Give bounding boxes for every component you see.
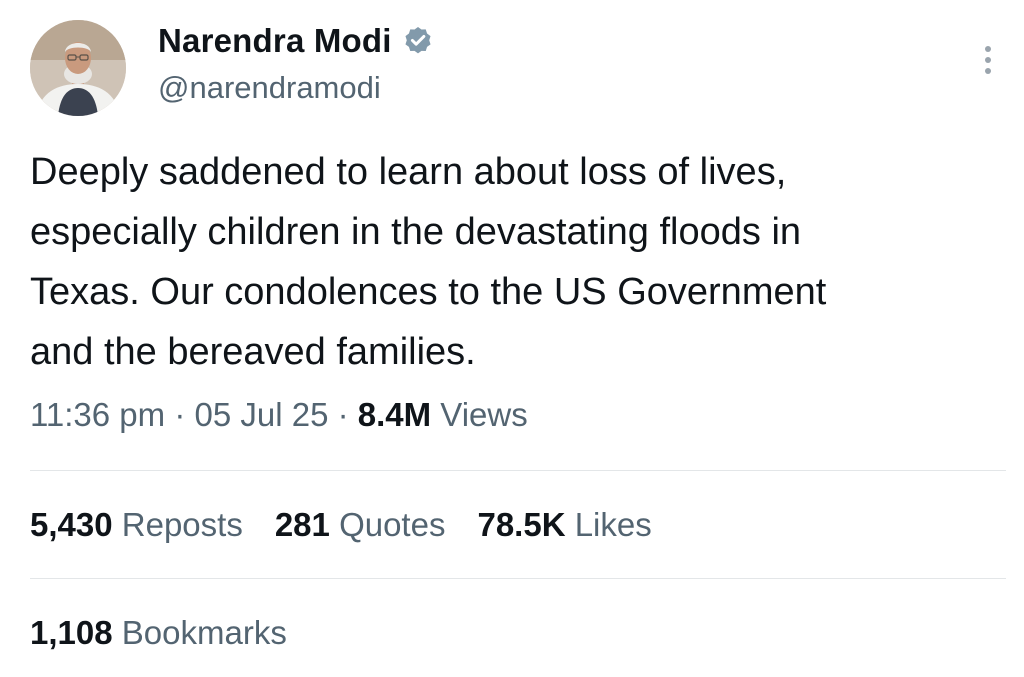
- more-options-icon: [985, 46, 991, 52]
- divider: [30, 578, 1006, 579]
- tweet-meta: 11:36 pm · 05 Jul 25 · 8.4M Views: [30, 396, 528, 434]
- likes-stat[interactable]: 78.5K Likes: [477, 506, 651, 544]
- tweet-date[interactable]: 05 Jul 25: [194, 396, 328, 433]
- more-options-icon-dot: [985, 57, 991, 63]
- bookmarks-count: 1,108: [30, 614, 113, 651]
- verified-badge-icon: [405, 27, 431, 54]
- reposts-stat[interactable]: 5,430 Reposts: [30, 506, 243, 544]
- meta-separator: ·: [328, 396, 358, 433]
- author-name-row: Narendra Modi: [158, 22, 434, 60]
- reposts-count: 5,430: [30, 506, 113, 543]
- bookmarks-stat[interactable]: 1,108 Bookmarks: [30, 614, 287, 652]
- divider: [30, 470, 1006, 471]
- avatar[interactable]: [30, 20, 126, 116]
- more-options-button[interactable]: [974, 40, 1002, 80]
- tweet-time[interactable]: 11:36 pm: [30, 396, 165, 433]
- engagement-stats: 5,430 Reposts 281 Quotes 78.5K Likes: [30, 506, 652, 544]
- author-display-name[interactable]: Narendra Modi: [158, 22, 392, 60]
- tweet-detail: Narendra Modi @narendramodi Deeply sadde…: [0, 0, 1024, 677]
- quotes-label: Quotes: [339, 506, 446, 543]
- profile-photo-icon: [30, 20, 126, 116]
- author-handle[interactable]: @narendramodi: [158, 70, 381, 106]
- likes-label: Likes: [574, 506, 652, 543]
- bookmarks-label: Bookmarks: [121, 614, 287, 651]
- views-count: 8.4M: [357, 396, 432, 433]
- tweet-text: Deeply saddened to learn about loss of l…: [30, 151, 827, 373]
- likes-count: 78.5K: [477, 506, 566, 543]
- quotes-stat[interactable]: 281 Quotes: [275, 506, 446, 544]
- views-label: Views: [440, 396, 528, 433]
- reposts-label: Reposts: [121, 506, 243, 543]
- more-options-icon-dot: [985, 68, 991, 74]
- meta-separator: ·: [165, 396, 195, 433]
- quotes-count: 281: [274, 506, 330, 543]
